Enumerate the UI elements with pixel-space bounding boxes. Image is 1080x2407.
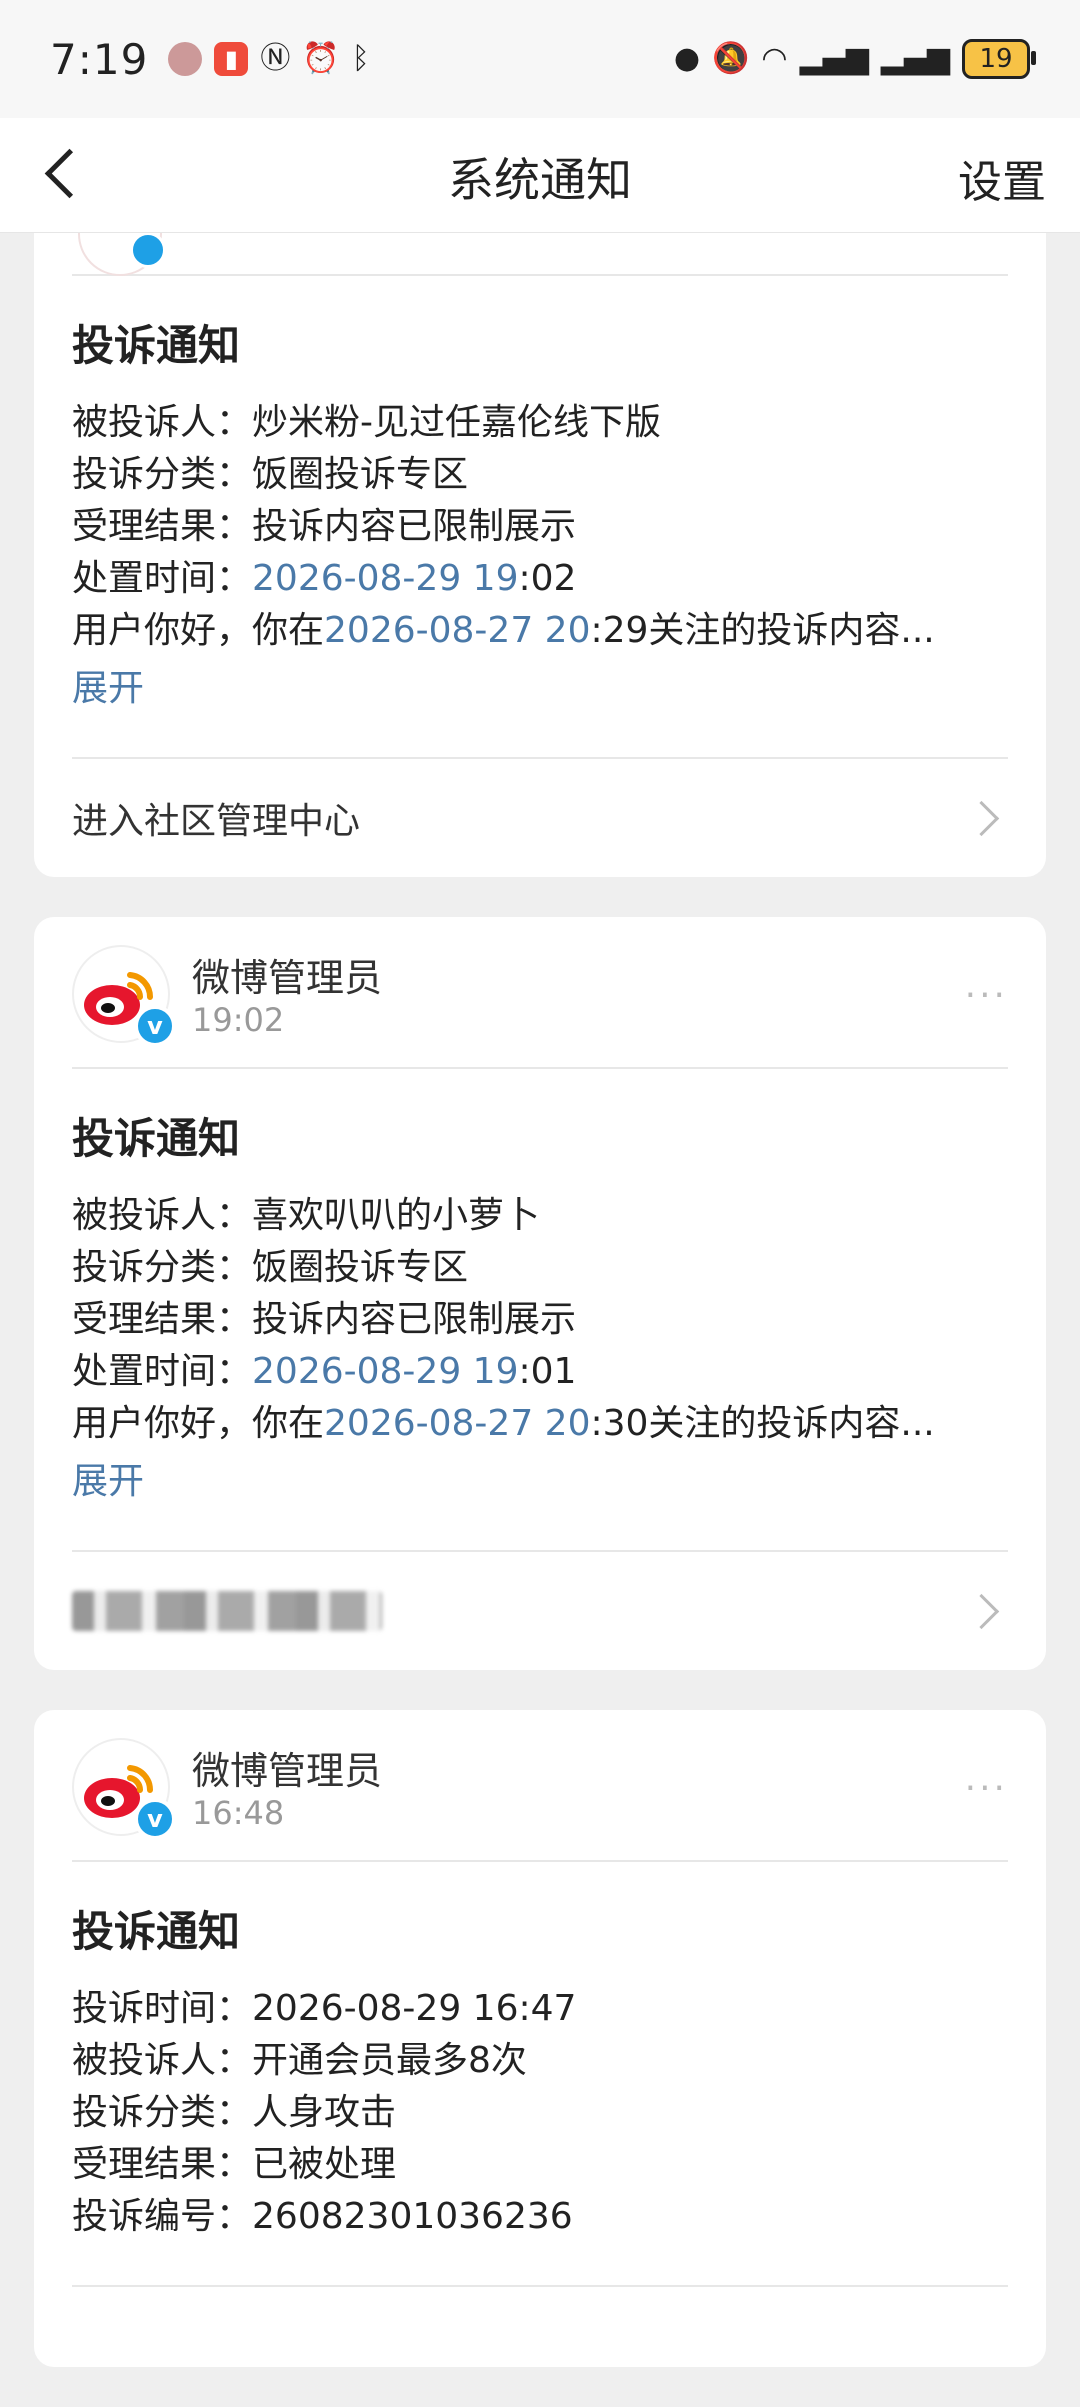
- info-row: 被投诉人：开通会员最多8次: [72, 2040, 527, 2081]
- notification-card: 投诉通知 被投诉人：炒米粉-见过任嘉伦线下版 投诉分类：饭圈投诉专区 受理结果：…: [34, 232, 1046, 877]
- info-row: 受理结果：投诉内容已限制展示: [72, 1299, 577, 1340]
- info-row: 投诉编号：26082301036236: [72, 2196, 573, 2237]
- date-link[interactable]: 2026-08-29 19: [252, 1351, 518, 1392]
- blurred-footer-text: [72, 1591, 382, 1631]
- chevron-right-icon: [963, 800, 1000, 836]
- info-row: 投诉分类：饭圈投诉专区: [72, 1247, 469, 1288]
- nfc-icon: Ⓝ: [260, 41, 291, 76]
- verified-badge-icon: [130, 232, 166, 268]
- card-header-cut: [72, 232, 1008, 276]
- alarm-icon: ⏰: [302, 41, 340, 76]
- mute-icon: 🔕: [712, 41, 750, 76]
- card-header: v 微博管理员 19:02 ···: [72, 917, 1008, 1069]
- nav-bar: 系统通知 设置: [0, 118, 1080, 233]
- date-link[interactable]: 2026-08-29 19: [252, 558, 518, 599]
- date-link[interactable]: 2026-08-27 20: [324, 610, 590, 651]
- expand-link[interactable]: 展开: [72, 663, 1008, 715]
- status-bar: 7:19 ▮ Ⓝ ⏰ ᛒ ● 🔕 ◠ ▂▄▆ ▂▄▆ 19: [0, 0, 1080, 118]
- notice-time: 19:02: [192, 1001, 285, 1039]
- info-row: 投诉分类：饭圈投诉专区: [72, 454, 469, 495]
- battery-level: 19: [979, 44, 1013, 74]
- notification-avatar-icon: [168, 42, 203, 76]
- page-title: 系统通知: [448, 153, 632, 207]
- notification-app-icon: ▮: [214, 42, 249, 76]
- notification-card: v 微博管理员 16:48 ··· 投诉通知 投诉时间：2026-08-29 1…: [34, 1710, 1046, 2367]
- footer-label: 进入社区管理中心: [72, 801, 361, 842]
- card-header: v 微博管理员 16:48 ···: [72, 1710, 1008, 1862]
- settings-button[interactable]: 设置: [958, 146, 1046, 210]
- wifi-icon: ◠: [761, 41, 788, 76]
- bluetooth-icon: ᛒ: [351, 41, 370, 76]
- notice-title: 投诉通知: [72, 1114, 241, 1163]
- handle-time-row: 处置时间：2026-08-29 19:02: [72, 558, 577, 599]
- notification-card: v 微博管理员 19:02 ··· 投诉通知 被投诉人：喜欢叭叭的小萝卜 投诉分…: [34, 917, 1046, 1670]
- info-row: 受理结果：已被处理: [72, 2144, 397, 2185]
- verified-badge-icon: v: [134, 1005, 176, 1047]
- weibo-avatar-icon[interactable]: v: [72, 945, 176, 1047]
- community-center-link[interactable]: 进入社区管理中心: [72, 759, 1008, 877]
- sender-name[interactable]: 微博管理员: [192, 947, 382, 1002]
- battery-icon: 19: [962, 39, 1036, 79]
- info-row: 被投诉人：炒米粉-见过任嘉伦线下版: [72, 402, 662, 443]
- info-row: 投诉时间：2026-08-29 16:47: [72, 1988, 577, 2029]
- info-row: 被投诉人：喜欢叭叭的小萝卜: [72, 1195, 541, 1236]
- verified-badge-icon: v: [134, 1798, 176, 1840]
- expand-link[interactable]: 展开: [72, 1456, 1008, 1508]
- date-link[interactable]: 2026-08-27 20: [324, 1403, 590, 1444]
- notice-time: 16:48: [192, 1794, 285, 1832]
- sender-name[interactable]: 微博管理员: [192, 1740, 382, 1795]
- location-icon: ●: [673, 41, 701, 76]
- weibo-avatar-icon[interactable]: v: [72, 1738, 176, 1840]
- signal-2-icon: ▂▄▆: [880, 41, 950, 76]
- notice-title: 投诉通知: [72, 1907, 241, 1956]
- handle-time-row: 处置时间：2026-08-29 19:01: [72, 1351, 577, 1392]
- status-time: 7:19: [50, 34, 149, 84]
- info-row: 投诉分类：人身攻击: [72, 2092, 397, 2133]
- notification-feed: 投诉通知 被投诉人：炒米粉-见过任嘉伦线下版 投诉分类：饭圈投诉专区 受理结果：…: [34, 232, 1046, 2407]
- more-options-icon[interactable]: ···: [965, 1768, 1008, 1809]
- info-row: 受理结果：投诉内容已限制展示: [72, 506, 577, 547]
- more-options-icon[interactable]: ···: [965, 975, 1008, 1016]
- chevron-right-icon: [963, 1593, 1000, 1629]
- greeting-row: 用户你好，你在2026-08-27 20:29关注的投诉内容...: [72, 610, 935, 651]
- footer-link[interactable]: [72, 1552, 1008, 1670]
- signal-icon: ▂▄▆: [799, 41, 869, 76]
- greeting-row: 用户你好，你在2026-08-27 20:30关注的投诉内容...: [72, 1403, 935, 1444]
- notice-title: 投诉通知: [72, 321, 241, 370]
